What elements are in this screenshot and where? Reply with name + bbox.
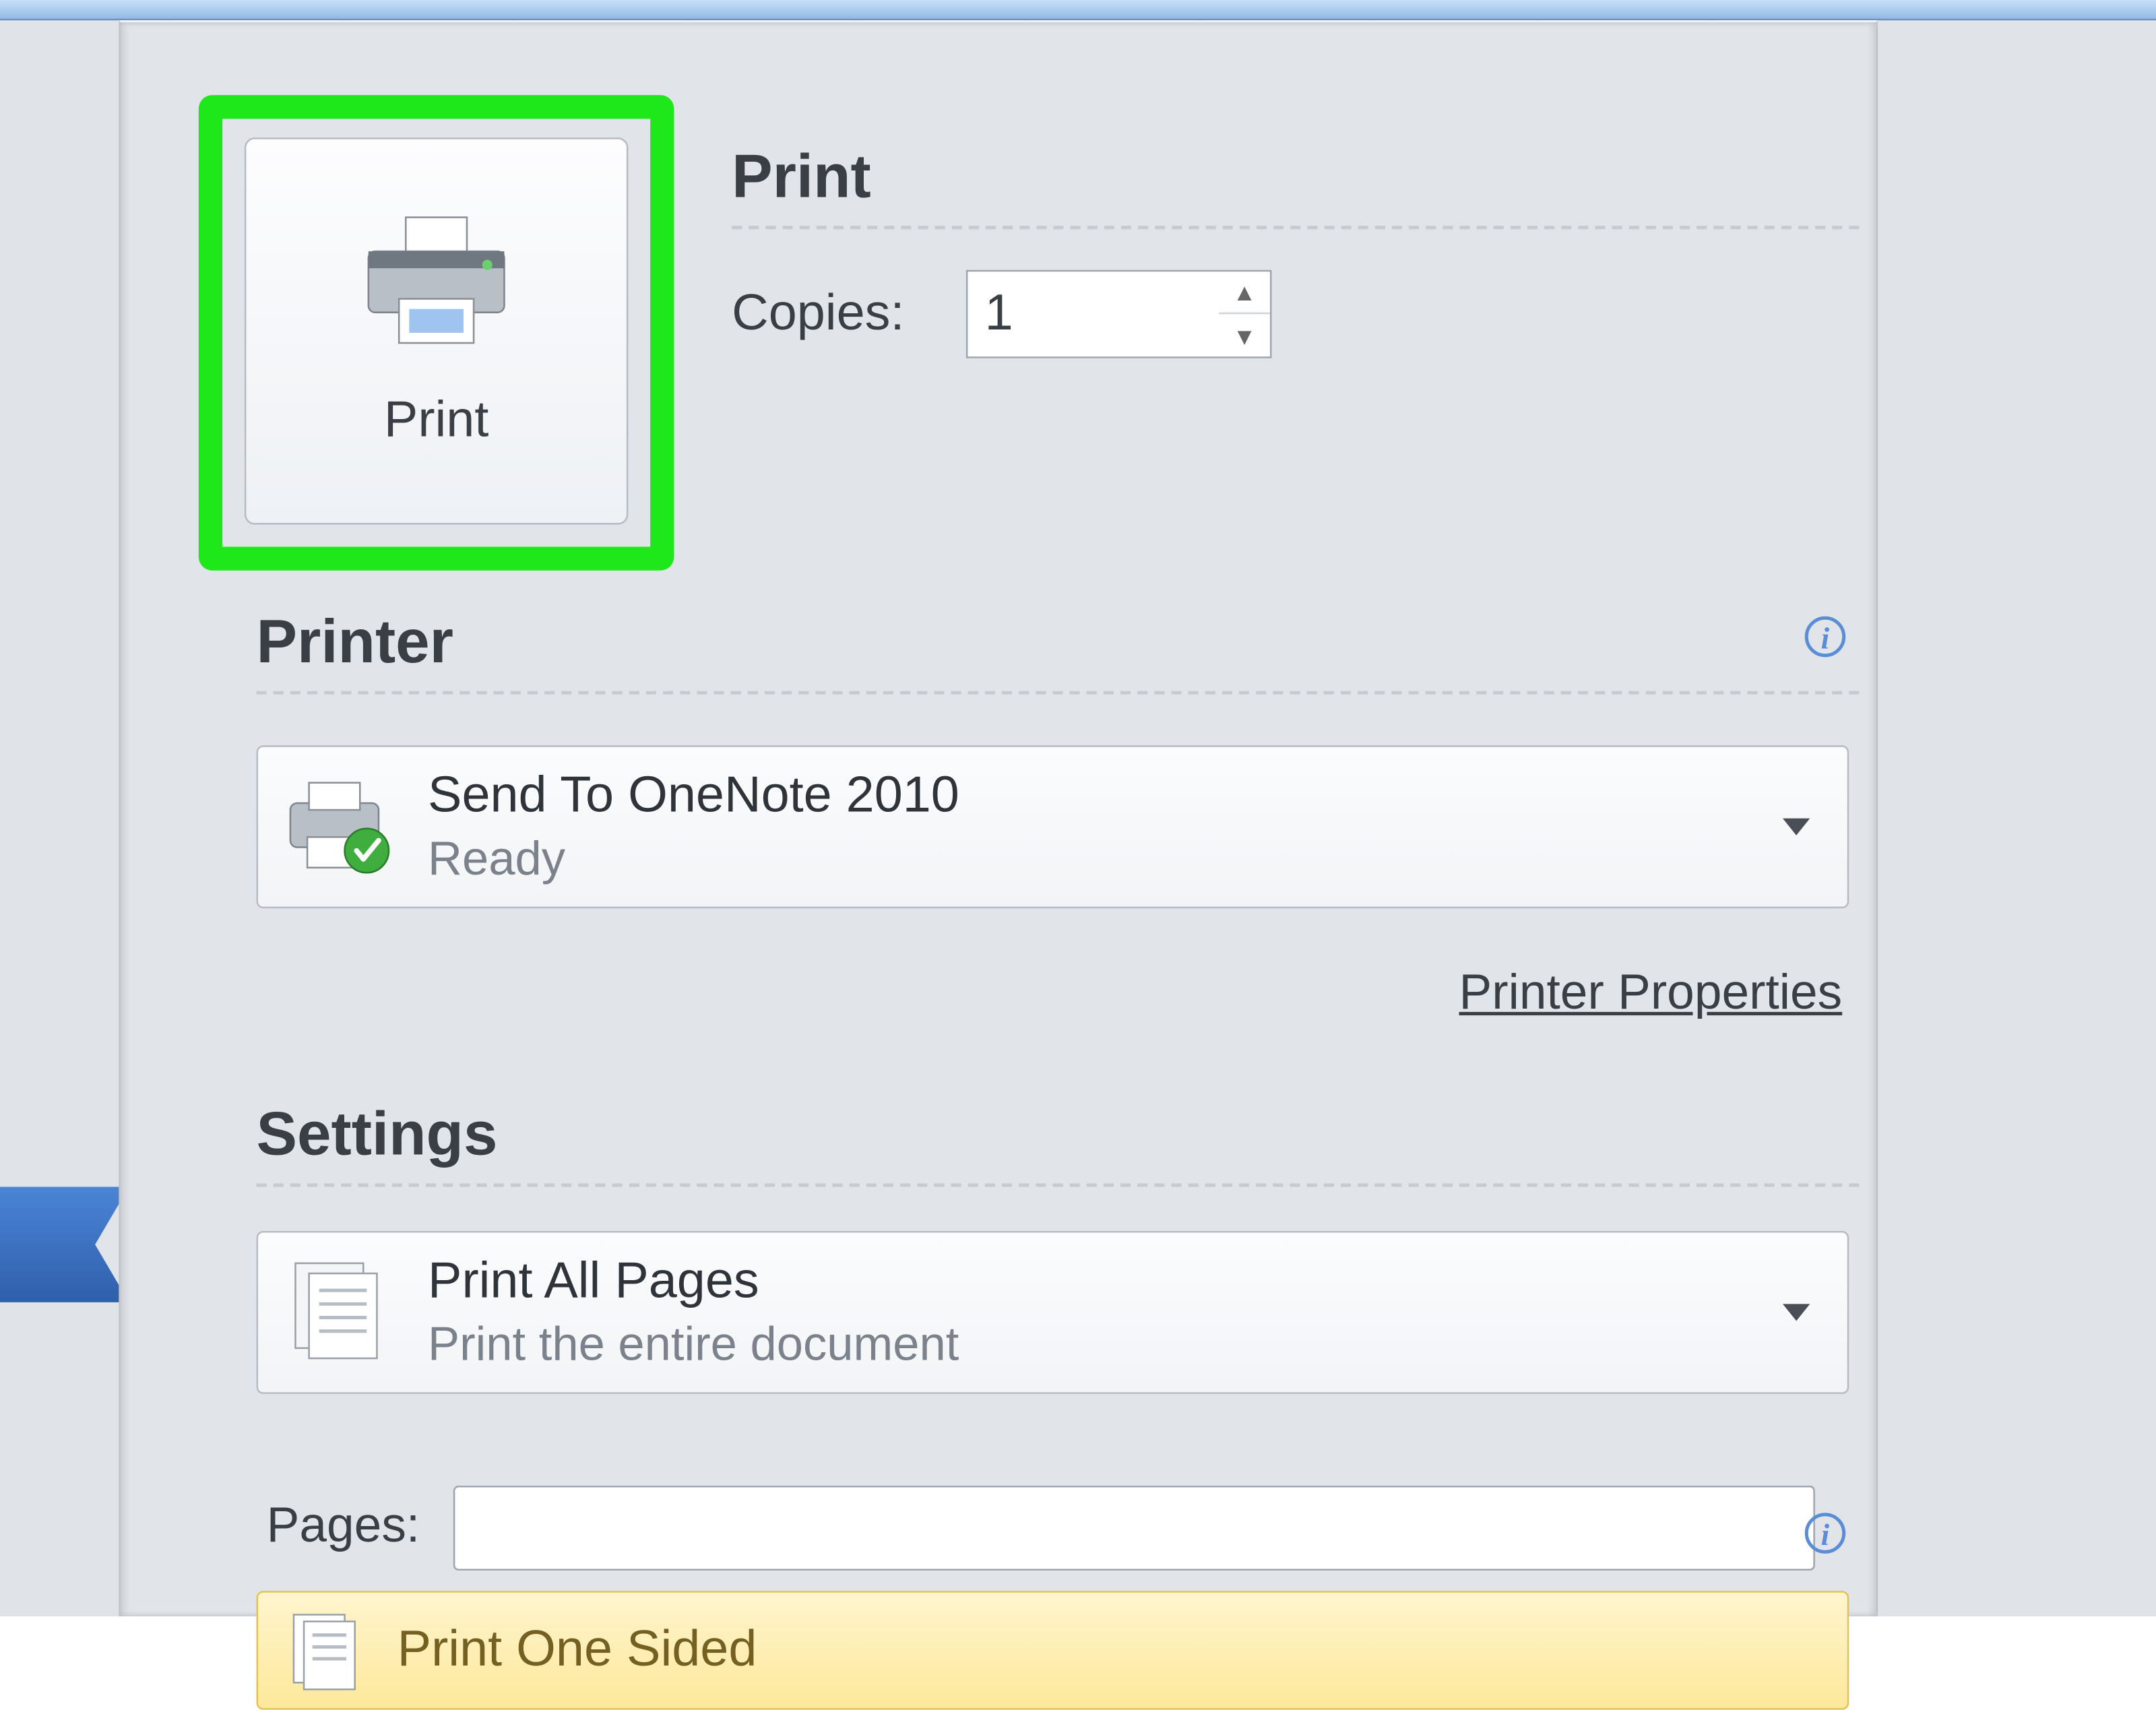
page-range-title: Print All Pages <box>428 1253 959 1309</box>
pages-input[interactable] <box>453 1486 1815 1571</box>
pages-label: Pages: <box>267 1499 420 1555</box>
copies-value[interactable]: 1 <box>968 272 1219 356</box>
print-button[interactable]: Print <box>245 137 629 525</box>
printer-ready-icon <box>282 767 400 886</box>
print-section-divider <box>732 226 1859 229</box>
copies-spinner[interactable]: 1 ▲ ▼ <box>966 270 1272 358</box>
printer-select-dropdown[interactable]: Send To OneNote 2010 Ready <box>257 745 1849 908</box>
page-range-texts: Print All Pages Print the entire documen… <box>428 1253 959 1372</box>
settings-section-divider <box>257 1183 1860 1186</box>
single-page-icon <box>282 1606 370 1695</box>
printer-info-icon[interactable]: i <box>1805 616 1845 657</box>
print-sided-dropdown[interactable]: Print One Sided <box>257 1591 1849 1709</box>
window-top-strip <box>0 0 2156 20</box>
printer-section-heading: Printer <box>257 606 1860 678</box>
pages-info-icon[interactable]: i <box>1805 1513 1845 1553</box>
print-sided-title: Print One Sided <box>398 1622 757 1680</box>
copies-increment-button[interactable]: ▲ <box>1219 272 1270 314</box>
pages-stack-icon <box>282 1253 400 1372</box>
chevron-down-icon <box>1783 1304 1810 1321</box>
printer-select-texts: Send To OneNote 2010 Ready <box>428 767 959 886</box>
chevron-down-icon <box>1783 819 1810 835</box>
printer-section-divider <box>257 691 1860 695</box>
settings-section-heading: Settings <box>257 1098 1860 1170</box>
page-range-dropdown[interactable]: Print All Pages Print the entire documen… <box>257 1231 1849 1394</box>
copies-decrement-button[interactable]: ▼ <box>1219 314 1270 356</box>
printer-selected-status: Ready <box>428 834 959 887</box>
printer-selected-name: Send To OneNote 2010 <box>428 767 959 823</box>
backstage-nav-print-tab[interactable] <box>0 1186 127 1302</box>
print-button-label: Print <box>384 391 488 449</box>
printer-icon <box>358 213 515 357</box>
print-section-title: Print <box>732 141 1859 212</box>
print-backstage-stage: Print Print Copies: 1 ▲ ▼ Printer i <box>0 0 2156 1616</box>
copies-label: Copies: <box>732 285 904 343</box>
copies-spinner-arrows: ▲ ▼ <box>1219 272 1270 356</box>
page-range-subtitle: Print the entire document <box>428 1319 959 1372</box>
printer-properties-link[interactable]: Printer Properties <box>1459 966 1843 1022</box>
print-backstage-panel: Print Print Copies: 1 ▲ ▼ Printer i <box>119 20 1878 1616</box>
